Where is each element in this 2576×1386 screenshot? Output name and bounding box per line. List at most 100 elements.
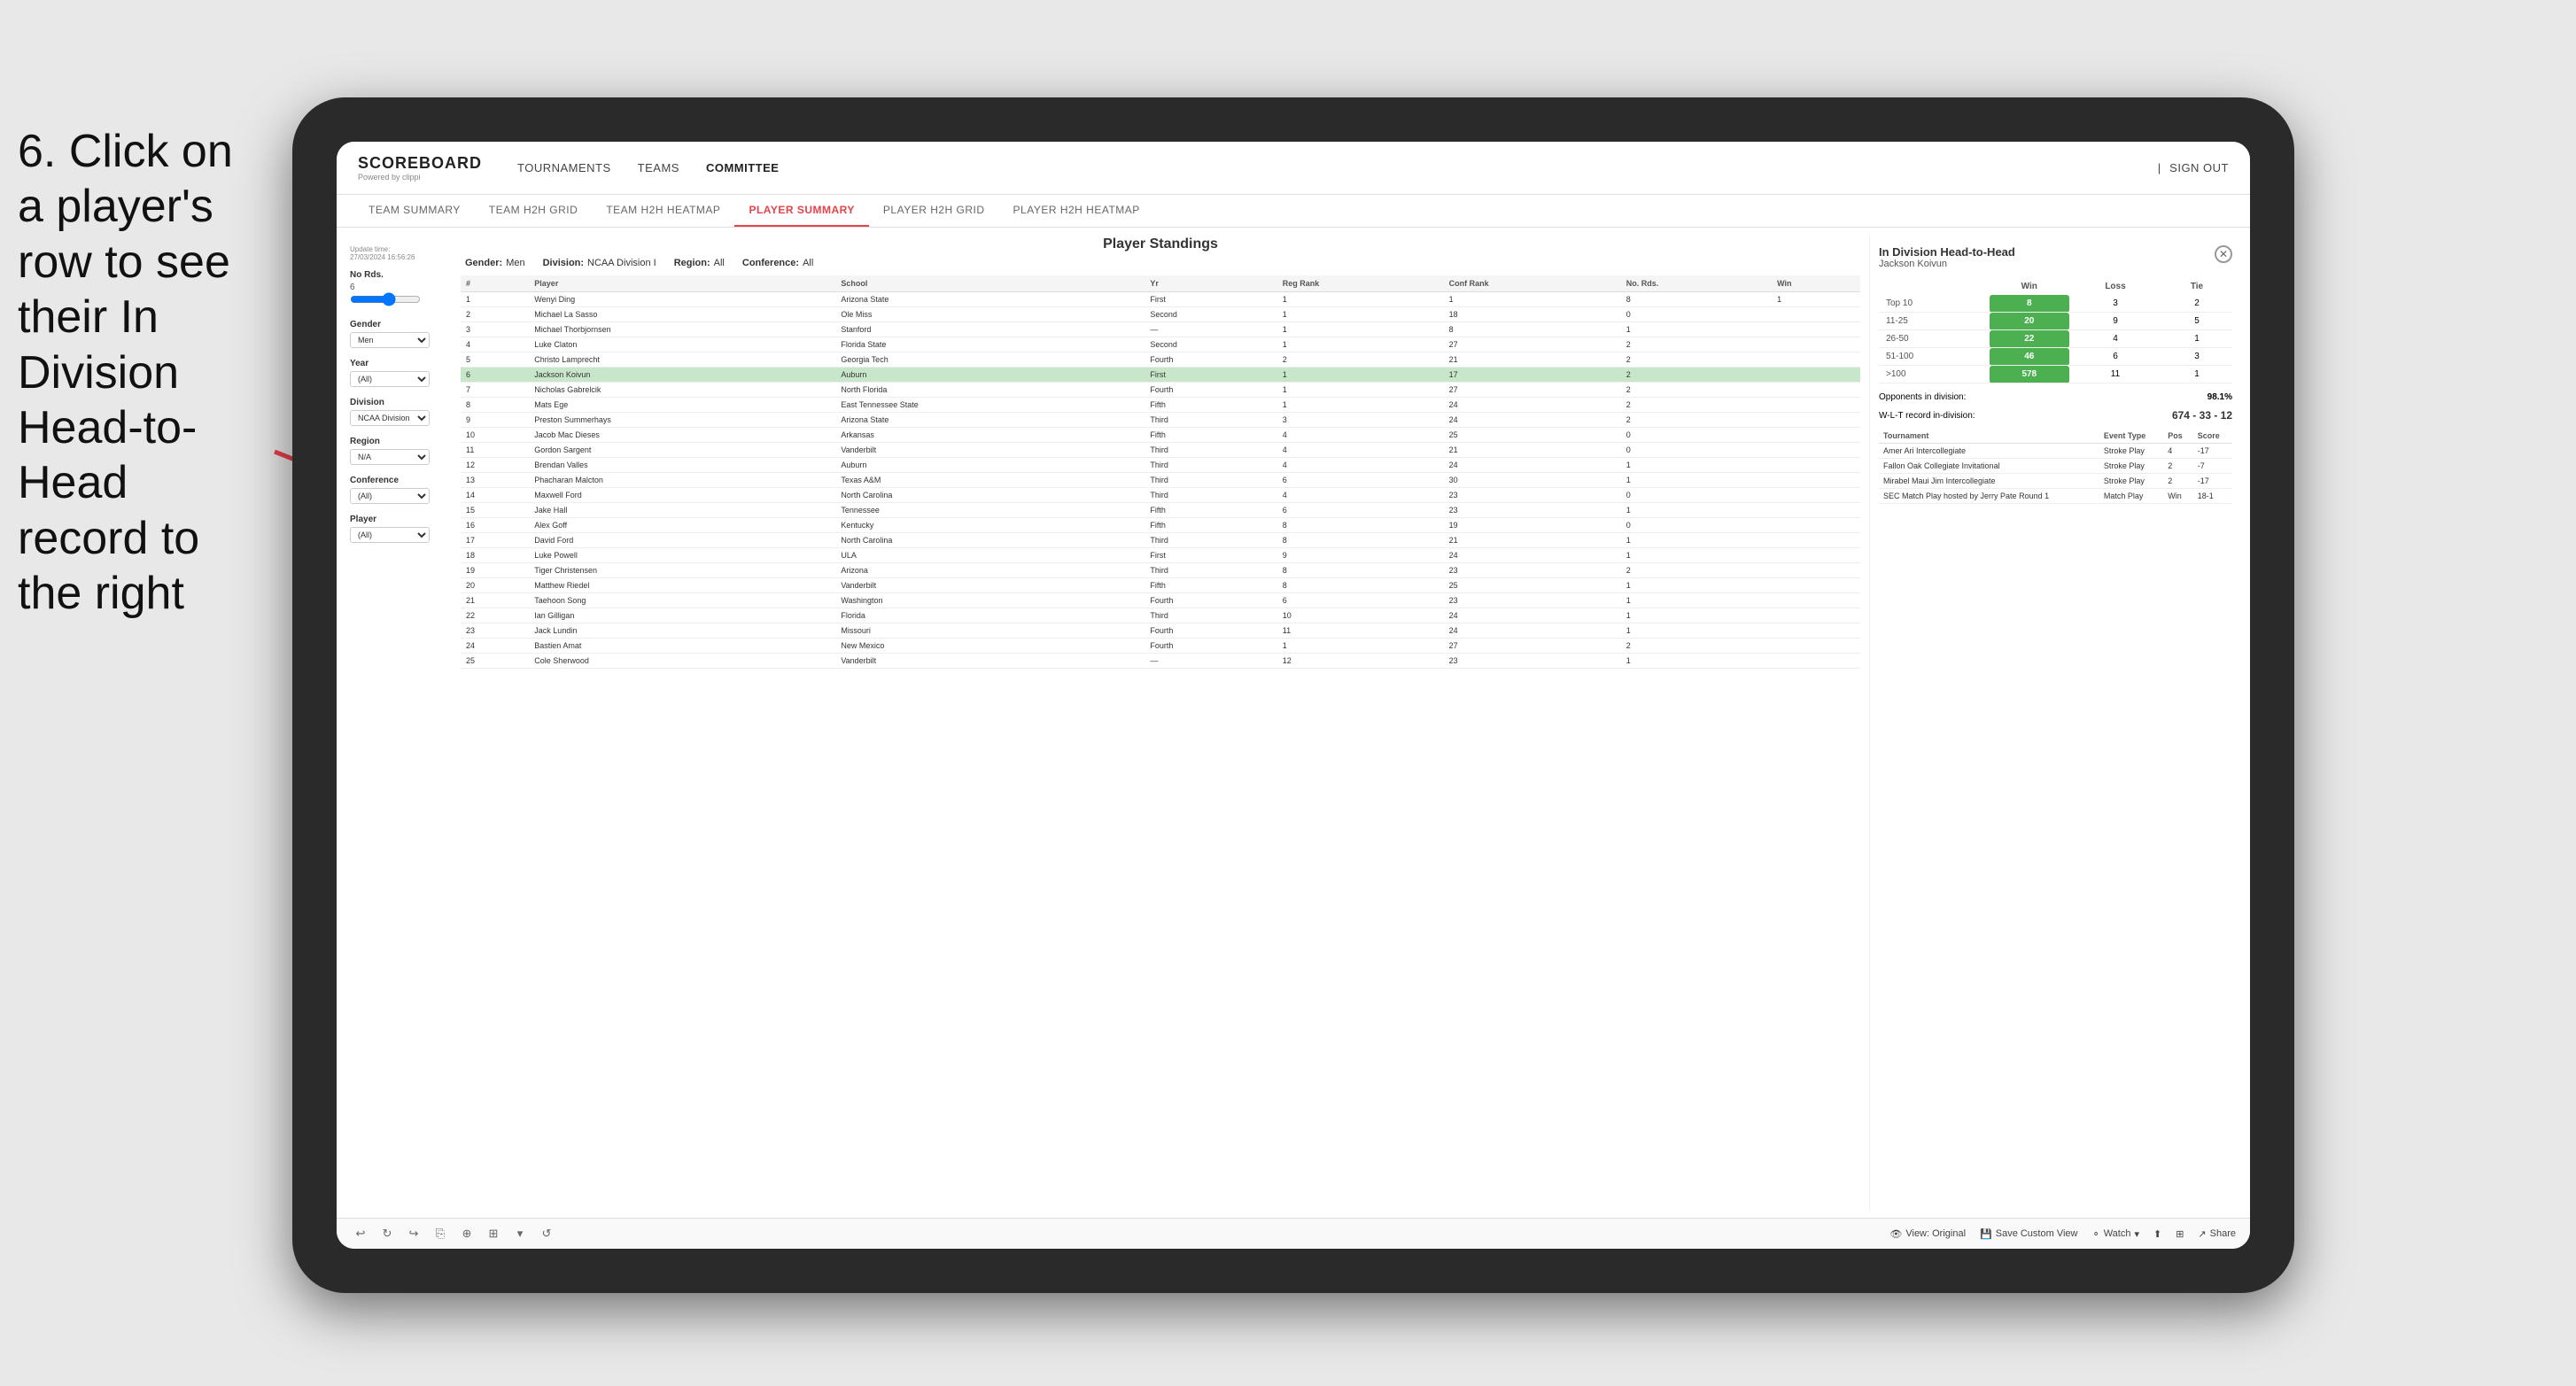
table-row[interactable]: 11 Gordon Sargent Vanderbilt Third 4 21 …	[461, 443, 1860, 458]
bottom-toolbar: ↩ ↻ ↪ ⎘ ⊕ ⊞ ▾ ↺ 👁 View: Original 💾 Save …	[337, 1218, 2250, 1249]
tournaments-table: Tournament Event Type Pos Score Amer Ari…	[1879, 429, 2232, 504]
col-yr: Yr	[1144, 275, 1276, 292]
table-row[interactable]: 21 Taehoon Song Washington Fourth 6 23 1	[461, 593, 1860, 608]
filter-gender: Gender Men Women	[350, 320, 447, 348]
refresh-icon[interactable]: ↺	[537, 1224, 556, 1243]
table-row[interactable]: 22 Ian Gilligan Florida Third 10 24 1	[461, 608, 1860, 623]
no-rds-slider[interactable]	[350, 292, 421, 306]
h2h-col-win: Win	[1990, 278, 2069, 295]
save-custom-btn[interactable]: 💾 Save Custom View	[1980, 1228, 2077, 1240]
tourn-col-type: Event Type	[2099, 429, 2163, 444]
table-row[interactable]: 12 Brendan Valles Auburn Third 4 24 1	[461, 458, 1860, 473]
record-value: 674 - 33 - 12	[2172, 409, 2232, 422]
table-row[interactable]: 8 Mats Ege East Tennessee State Fifth 1 …	[461, 398, 1860, 413]
table-row[interactable]: 9 Preston Summerhays Arizona State Third…	[461, 413, 1860, 428]
export-btn[interactable]: ⬆	[2153, 1228, 2161, 1240]
view-original-btn[interactable]: 👁 View: Original	[1889, 1228, 1966, 1240]
tourn-col-score: Score	[2193, 429, 2232, 444]
undo-icon[interactable]: ↩	[351, 1224, 370, 1243]
sub-nav-team-h2h-grid[interactable]: TEAM H2H GRID	[475, 195, 593, 227]
col-school: School	[835, 275, 1144, 292]
grid-btn[interactable]: ⊞	[2176, 1228, 2184, 1240]
h2h-row: 51-100 46 6 3	[1879, 348, 2232, 366]
table-row[interactable]: 23 Jack Lundin Missouri Fourth 11 24 1	[461, 623, 1860, 639]
filter-player: Player (All)	[350, 515, 447, 543]
table-row[interactable]: 15 Jake Hall Tennessee Fifth 6 23 1	[461, 503, 1860, 518]
sub-nav-player-summary[interactable]: PLAYER SUMMARY	[734, 195, 868, 227]
table-row[interactable]: 18 Luke Powell ULA First 9 24 1	[461, 548, 1860, 563]
center-panel: Player Standings Gender: Men Division: N…	[461, 236, 1860, 1209]
h2h-row: >100 578 11 1	[1879, 366, 2232, 383]
filter-year: Year (All)	[350, 359, 447, 387]
table-row[interactable]: 24 Bastien Amat New Mexico Fourth 1 27 2	[461, 639, 1860, 654]
region-select[interactable]: N/A	[350, 449, 430, 465]
h2h-record-row: W-L-T record in-division: 674 - 33 - 12	[1879, 409, 2232, 422]
sidebar-filters: Update time: 27/03/2024 16:56:26 No Rds.…	[345, 236, 452, 1209]
logo-scoreboard: SCOREBOARD	[358, 154, 482, 173]
sub-nav-team-summary[interactable]: TEAM SUMMARY	[354, 195, 475, 227]
table-row[interactable]: 6 Jackson Koivun Auburn First 1 17 2	[461, 368, 1860, 383]
table-row[interactable]: 19 Tiger Christensen Arizona Third 8 23 …	[461, 563, 1860, 578]
table-row[interactable]: 7 Nicholas Gabrelcik North Florida Fourt…	[461, 383, 1860, 398]
main-content: Update time: 27/03/2024 16:56:26 No Rds.…	[337, 228, 2250, 1218]
toolbar-left: ↩ ↻ ↪ ⎘ ⊕ ⊞ ▾ ↺	[351, 1224, 556, 1243]
sub-nav: TEAM SUMMARY TEAM H2H GRID TEAM H2H HEAT…	[337, 195, 2250, 228]
h2h-summary: Opponents in division: 98.1%	[1879, 392, 2232, 402]
watch-btn[interactable]: ⚬ Watch ▾	[2091, 1228, 2139, 1240]
sign-out-link[interactable]: Sign out	[2169, 158, 2229, 178]
nav-committee[interactable]: COMMITTEE	[706, 158, 780, 178]
update-time: Update time: 27/03/2024 16:56:26	[350, 245, 447, 261]
table-row[interactable]: 25 Cole Sherwood Vanderbilt — 12 23 1	[461, 654, 1860, 669]
tournament-row: SEC Match Play hosted by Jerry Pate Roun…	[1879, 489, 2232, 504]
table-row[interactable]: 5 Christo Lamprecht Georgia Tech Fourth …	[461, 352, 1860, 368]
export-icon: ⬆	[2153, 1228, 2161, 1240]
share-icon: ↗	[2198, 1228, 2206, 1240]
h2h-table: Win Loss Tie Top 10 8 3 2 11-25 20 9 5 2…	[1879, 278, 2232, 383]
opponents-label: Opponents in division:	[1879, 392, 1966, 402]
col-reg-rank: Reg Rank	[1277, 275, 1444, 292]
table-row[interactable]: 4 Luke Claton Florida State Second 1 27 …	[461, 337, 1860, 352]
sub-nav-player-h2h-grid[interactable]: PLAYER H2H GRID	[869, 195, 999, 227]
table-row[interactable]: 10 Jacob Mac Dieses Arkansas Fifth 4 25 …	[461, 428, 1860, 443]
sub-nav-team-h2h-heatmap[interactable]: TEAM H2H HEATMAP	[592, 195, 734, 227]
filter-region: Region N/A	[350, 437, 447, 465]
table-row[interactable]: 20 Matthew Riedel Vanderbilt Fifth 8 25 …	[461, 578, 1860, 593]
watch-icon: ⚬	[2091, 1228, 2099, 1240]
h2h-col-tie: Tie	[2161, 278, 2232, 295]
tourn-col-pos: Pos	[2163, 429, 2192, 444]
zoom-icon[interactable]: ⊞	[484, 1224, 503, 1243]
zoom-dropdown[interactable]: ▾	[510, 1224, 530, 1243]
tablet-frame: SCOREBOARD Powered by clippi TOURNAMENTS…	[292, 97, 2294, 1293]
h2h-col-loss: Loss	[2069, 278, 2161, 295]
player-select[interactable]: (All)	[350, 527, 430, 543]
table-row[interactable]: 14 Maxwell Ford North Carolina Third 4 2…	[461, 488, 1860, 503]
nav-teams[interactable]: TEAMS	[638, 158, 679, 178]
table-row[interactable]: 2 Michael La Sasso Ole Miss Second 1 18 …	[461, 307, 1860, 322]
close-h2h-button[interactable]: ✕	[2215, 245, 2232, 263]
h2h-panel: In Division Head-to-Head Jackson Koivun …	[1869, 236, 2241, 1209]
watch-dropdown-icon: ▾	[2134, 1228, 2139, 1240]
forward-icon[interactable]: ↪	[404, 1224, 423, 1243]
year-select[interactable]: (All)	[350, 371, 430, 387]
table-row[interactable]: 3 Michael Thorbjornsen Stanford — 1 8 1	[461, 322, 1860, 337]
paste-icon[interactable]: ⊕	[457, 1224, 477, 1243]
nav-tournaments[interactable]: TOURNAMENTS	[517, 158, 611, 178]
table-row[interactable]: 16 Alex Goff Kentucky Fifth 8 19 0	[461, 518, 1860, 533]
table-row[interactable]: 1 Wenyi Ding Arizona State First 1 1 8 1	[461, 292, 1860, 307]
filter-display-conference: Conference: All	[742, 258, 813, 268]
division-select[interactable]: NCAA Division I	[350, 410, 430, 426]
share-btn[interactable]: ↗ Share	[2198, 1228, 2236, 1240]
redo-icon[interactable]: ↻	[377, 1224, 397, 1243]
sub-nav-player-h2h-heatmap[interactable]: PLAYER H2H HEATMAP	[999, 195, 1154, 227]
gender-select[interactable]: Men Women	[350, 332, 430, 348]
toolbar-right: 👁 View: Original 💾 Save Custom View ⚬ Wa…	[1889, 1228, 2236, 1240]
h2h-col-label	[1879, 278, 1990, 295]
h2h-row: 11-25 20 9 5	[1879, 313, 2232, 330]
nav-items: TOURNAMENTS TEAMS COMMITTEE	[517, 158, 2158, 178]
col-conf-rank: Conf Rank	[1444, 275, 1621, 292]
col-rank: #	[461, 275, 529, 292]
conference-select[interactable]: (All)	[350, 488, 430, 504]
copy-icon[interactable]: ⎘	[431, 1224, 450, 1243]
table-row[interactable]: 17 David Ford North Carolina Third 8 21 …	[461, 533, 1860, 548]
table-row[interactable]: 13 Phacharan Malcton Texas A&M Third 6 3…	[461, 473, 1860, 488]
